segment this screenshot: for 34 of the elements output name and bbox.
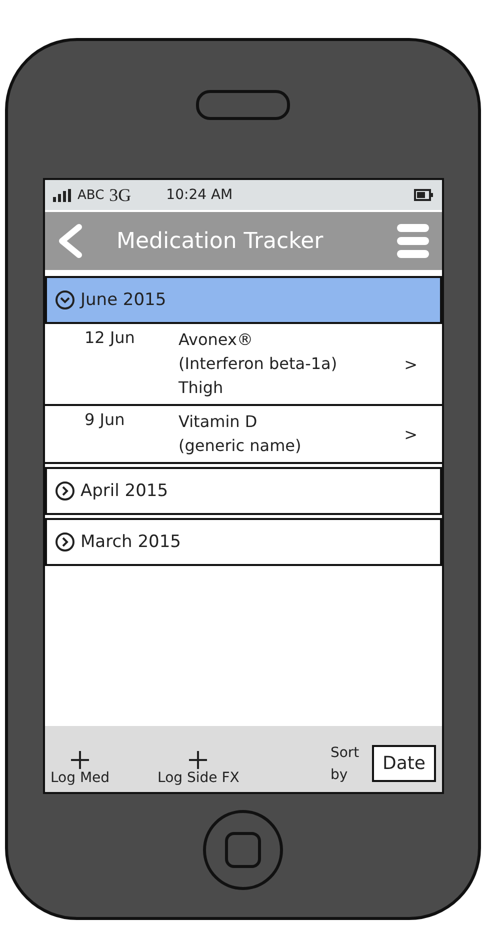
month-section-header[interactable]: April 2015: [44, 467, 442, 515]
sort-dropdown[interactable]: Date: [372, 745, 436, 782]
entry-date: 12 Jun: [84, 328, 136, 347]
entry-text: Avonex®: [178, 329, 254, 351]
menu-icon[interactable]: [396, 223, 430, 259]
log-button[interactable]: Log Side FX: [158, 750, 240, 786]
plus-icon: [70, 750, 90, 770]
chevron: >: [404, 354, 418, 374]
carrier-name: ABC: [78, 188, 104, 202]
month-section-header[interactable]: March 2015: [44, 518, 442, 566]
app-title: Medication Tracker: [116, 228, 324, 254]
network-type: 3G: [109, 184, 132, 206]
month-label: June 2015: [80, 290, 166, 310]
entry-text: Thigh: [178, 377, 224, 399]
signal-icon: [52, 188, 72, 202]
entry-date: 9 Jun: [84, 410, 126, 429]
medication-row[interactable]: 12 Jun Avonex® (Interferon beta-1a) Thigh >: [44, 324, 442, 406]
entry-text: (generic name): [178, 435, 302, 457]
chevron: >: [404, 424, 418, 444]
back-icon[interactable]: [56, 224, 82, 258]
month-label: March 2015: [80, 532, 181, 552]
plus-icon: [188, 750, 208, 770]
collapse-icon[interactable]: [54, 290, 74, 310]
month-label: April 2015: [80, 481, 168, 501]
month-section-header[interactable]: June 2015: [44, 276, 442, 324]
expand-icon[interactable]: [54, 532, 74, 552]
expand-icon[interactable]: [54, 481, 74, 501]
sort-label: Sort by: [330, 744, 360, 785]
entry-text: Vitamin D: [178, 411, 258, 433]
entry-text: (Interferon beta-1a): [178, 353, 338, 375]
medication-row[interactable]: 9 Jun Vitamin D (generic name) >: [44, 406, 442, 464]
status-time: 10:24 AM: [166, 187, 233, 203]
battery-icon: [414, 189, 434, 201]
log-button[interactable]: Log Med: [50, 750, 110, 786]
